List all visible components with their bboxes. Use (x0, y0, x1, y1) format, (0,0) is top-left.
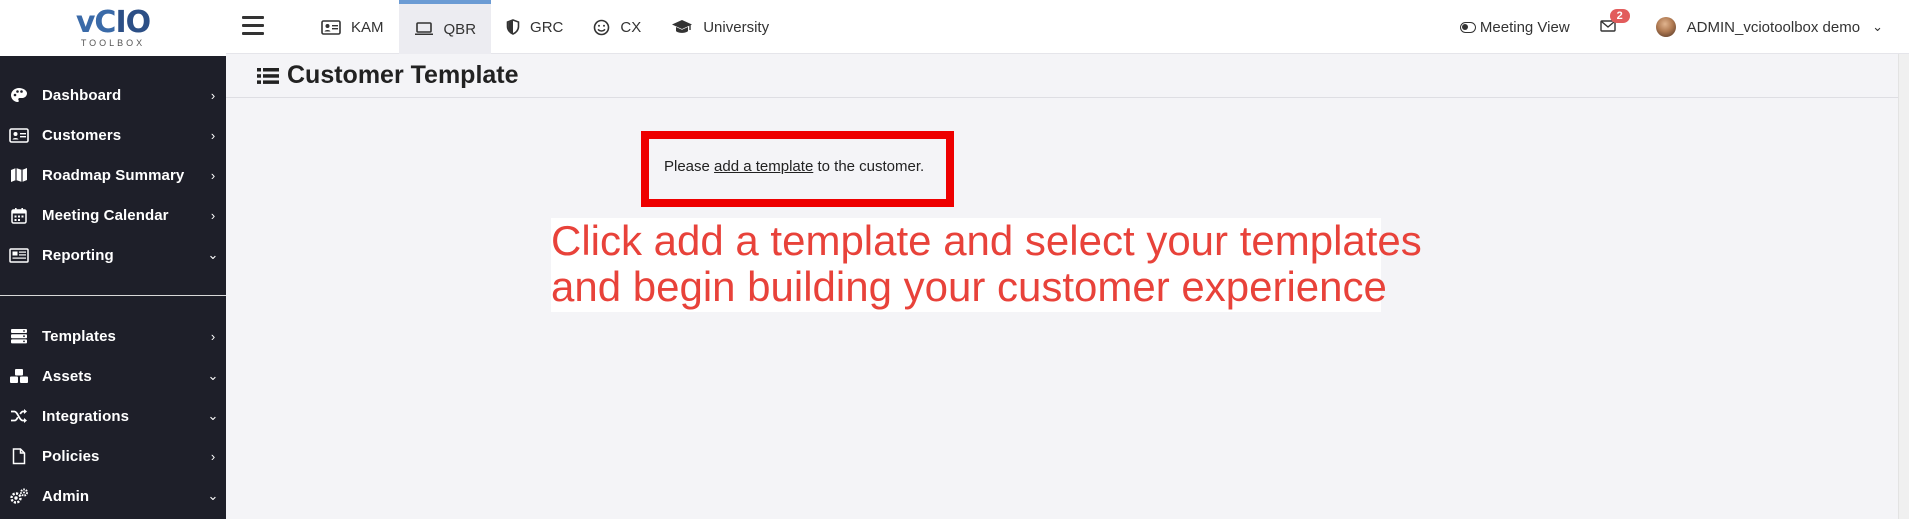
logo[interactable]: vCIO TOOLBOX (0, 0, 226, 56)
chevron-right-icon: › (210, 207, 216, 223)
vertical-scrollbar[interactable] (1898, 54, 1909, 519)
instruction-annotation: Click add a template and select your tem… (551, 217, 1422, 312)
list-icon (257, 67, 279, 85)
tab-label: CX (620, 18, 642, 36)
empty-template-notice: Please add a template to the customer. (664, 158, 924, 175)
shield-icon (506, 19, 520, 35)
gears-icon (8, 487, 30, 505)
unread-count-badge: 2 (1609, 8, 1630, 23)
newspaper-icon (8, 246, 30, 264)
chevron-down-icon: ⌄ (207, 488, 219, 503)
sidebar-item-customers[interactable]: Customers › (0, 115, 226, 155)
sidebar-item-roadmap-summary[interactable]: Roadmap Summary › (0, 155, 226, 195)
server-stack-icon (8, 327, 30, 345)
page-title: Customer Template (257, 61, 519, 90)
sidebar-item-label: Customers (42, 126, 122, 144)
annotation-line: and begin building your customer experie… (551, 263, 1387, 310)
tab-cx[interactable]: CX (578, 0, 656, 54)
tab-grc[interactable]: GRC (491, 0, 578, 54)
notice-prefix: Please (664, 158, 710, 175)
tab-qbr[interactable]: QBR (398, 0, 492, 54)
avatar (1655, 17, 1676, 37)
top-bar: KAM QBR GRC CX University Meeting View 2… (226, 0, 1909, 54)
tab-university[interactable]: University (656, 0, 784, 54)
calendar-icon (8, 206, 30, 224)
sidebar-divider (0, 295, 226, 296)
meeting-view-toggle[interactable]: Meeting View (1459, 18, 1570, 36)
user-menu[interactable]: ADMIN_vciotoolbox demo ⌄ (1655, 17, 1883, 37)
sidebar-item-label: Roadmap Summary (42, 166, 185, 184)
notice-suffix: to the customer. (817, 158, 925, 175)
chevron-right-icon: › (210, 127, 216, 143)
tab-label: QBR (443, 20, 477, 38)
tab-label: KAM (351, 18, 384, 36)
sidebar-item-label: Integrations (42, 407, 130, 425)
sidebar-item-templates[interactable]: Templates › (0, 316, 226, 356)
messages-button[interactable]: 2 (1599, 8, 1630, 36)
chevron-down-icon: ⌄ (207, 368, 219, 383)
sidebar-nav-primary: Dashboard › Customers › Roadmap Summary … (0, 75, 226, 275)
chevron-right-icon: › (210, 87, 216, 103)
page-header: Customer Template (226, 54, 1909, 98)
tab-label: GRC (530, 18, 564, 36)
chevron-down-icon: ⌄ (207, 247, 219, 262)
sidebar-item-policies[interactable]: Policies › (0, 436, 226, 476)
sidebar-item-label: Templates (42, 327, 116, 345)
laptop-icon (414, 22, 434, 36)
sidebar-item-admin[interactable]: Admin ⌄ (0, 476, 226, 516)
sidebar-item-label: Admin (42, 487, 90, 505)
cubes-icon (8, 367, 30, 385)
tab-label: University (703, 18, 770, 36)
chevron-right-icon: › (210, 328, 216, 344)
sidebar-item-reporting[interactable]: Reporting ⌄ (0, 235, 226, 275)
map-icon (8, 166, 30, 184)
palette-icon (8, 86, 30, 104)
chevron-right-icon: › (210, 167, 216, 183)
chevron-down-icon: ⌄ (207, 408, 219, 423)
module-tabs: KAM QBR GRC CX University (306, 0, 784, 54)
annotation-line: Click add a template and select your tem… (551, 217, 1422, 264)
graduation-cap-icon (671, 19, 693, 35)
id-card-icon (321, 19, 341, 35)
sidebar-item-integrations[interactable]: Integrations ⌄ (0, 396, 226, 436)
highlight-box: Please add a template to the customer. (641, 131, 954, 207)
user-name: ADMIN_vciotoolbox demo (1686, 18, 1861, 36)
page-title-text: Customer Template (287, 61, 519, 89)
sidebar-item-label: Assets (42, 367, 92, 385)
toggle-icon (1459, 21, 1476, 33)
add-template-link[interactable]: add a template (714, 158, 813, 175)
sidebar-item-label: Meeting Calendar (42, 206, 169, 224)
sidebar-item-label: Policies (42, 447, 100, 465)
sidebar-item-dashboard[interactable]: Dashboard › (0, 75, 226, 115)
logo-wordmark: vCIO (75, 4, 151, 40)
shuffle-icon (8, 407, 30, 425)
file-icon (8, 447, 30, 465)
logo-subtitle: TOOLBOX (80, 37, 146, 48)
address-card-icon (8, 126, 30, 144)
sidebar-item-meeting-calendar[interactable]: Meeting Calendar › (0, 195, 226, 235)
sidebar-item-label: Reporting (42, 246, 114, 264)
chevron-down-icon: ⌄ (1872, 19, 1883, 34)
sidebar-item-assets[interactable]: Assets ⌄ (0, 356, 226, 396)
main-content: Customer Template Please add a template … (226, 54, 1909, 519)
sidebar: vCIO TOOLBOX Dashboard › Customers › Roa… (0, 0, 226, 519)
sidebar-item-label: Dashboard (42, 86, 122, 104)
hamburger-menu-icon[interactable] (242, 16, 264, 35)
smile-icon (593, 19, 610, 36)
tab-kam[interactable]: KAM (306, 0, 399, 54)
meeting-view-label: Meeting View (1479, 18, 1570, 36)
chevron-right-icon: › (210, 448, 216, 464)
sidebar-nav-secondary: Templates › Assets ⌄ Integrations ⌄ Poli… (0, 316, 226, 516)
top-right-controls: Meeting View 2 ADMIN_vciotoolbox demo ⌄ (1459, 0, 1909, 54)
